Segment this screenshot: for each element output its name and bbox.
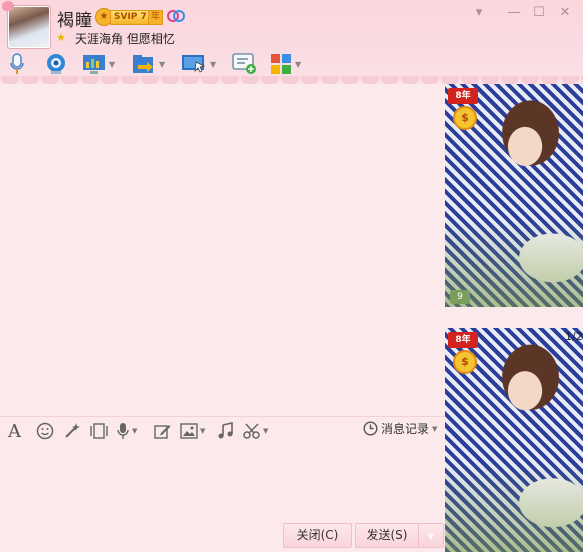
image-icon <box>180 423 198 439</box>
video-call-icon <box>47 54 65 74</box>
music-note-icon <box>218 422 233 439</box>
title-bar: 褐瞳 ★ SVIP 7 年 ★ 天涯海角 但愿相忆 ▾ — ☐ ✕ ▼ ▼ ▼ … <box>0 0 583 90</box>
chevron-down-icon[interactable]: ▼ <box>432 425 437 433</box>
chevron-down-icon[interactable]: ▼ <box>295 60 301 69</box>
screen-share-button[interactable]: ▼ <box>181 50 216 78</box>
chevron-down-icon[interactable]: ▼ <box>263 427 268 435</box>
voice-message-button[interactable]: ▼ <box>116 421 137 441</box>
close-window-button[interactable]: ✕ <box>556 4 574 22</box>
doodle-button[interactable] <box>153 421 171 441</box>
message-history-pane[interactable] <box>0 84 445 417</box>
message-history-label: 消息记录 <box>381 422 430 436</box>
signature-text[interactable]: 天涯海角 但愿相忆 <box>75 30 175 47</box>
year-badge[interactable]: 8年 <box>448 332 478 348</box>
chevron-down-icon[interactable]: ▼ <box>210 60 216 69</box>
chevron-down-icon[interactable]: ▼ <box>109 60 115 69</box>
file-transfer-button[interactable]: ▼ <box>132 50 165 78</box>
contact-show-photo[interactable]: 8年 $ <box>445 84 583 307</box>
year-badge[interactable]: 8年 <box>448 88 478 104</box>
emoji-icon <box>36 422 54 440</box>
photo-pager[interactable]: 1/2 <box>565 330 583 343</box>
screenshot-button[interactable]: ▼ <box>243 421 268 441</box>
collapse-button[interactable]: ▾ <box>470 4 488 22</box>
own-show-photo[interactable]: 8年 $ <box>445 328 583 552</box>
send-options-button[interactable]: ▼ <box>418 523 444 548</box>
voice-call-button[interactable] <box>8 50 26 78</box>
chevron-down-icon[interactable]: ▼ <box>200 427 205 435</box>
apps-icon <box>271 54 291 74</box>
svip-badge[interactable]: SVIP 7 <box>110 10 151 25</box>
chat-toolbar: ▼ ▼ ▼ ▼ <box>0 50 430 80</box>
microphone-icon <box>117 423 129 439</box>
coin-badge[interactable]: $ <box>453 350 477 374</box>
friend-link-icon[interactable] <box>167 9 185 23</box>
video-call-button[interactable] <box>44 50 68 78</box>
remote-desktop-icon <box>83 55 105 74</box>
photo-grass <box>445 462 583 552</box>
star-icon: ★ <box>56 31 66 44</box>
send-button[interactable]: 发送(S) <box>355 523 418 548</box>
message-history-button[interactable]: 消息记录 ▼ <box>363 420 437 437</box>
magic-emoji-button[interactable] <box>63 421 81 441</box>
font-icon: A <box>8 420 21 442</box>
chevron-down-icon[interactable]: ▼ <box>132 427 137 435</box>
like-thumb-icon[interactable]: 9 <box>450 290 470 304</box>
new-message-button[interactable] <box>232 50 258 78</box>
scissors-icon <box>243 423 260 439</box>
emoji-button[interactable] <box>36 421 54 441</box>
window-shake-icon <box>90 423 108 439</box>
svip-year-badge[interactable]: 年 <box>148 10 164 25</box>
screen-share-icon <box>182 55 206 73</box>
maximize-button[interactable]: ☐ <box>530 4 548 22</box>
chevron-down-icon: ▼ <box>427 532 435 541</box>
apps-button[interactable]: ▼ <box>270 50 301 78</box>
avatar[interactable] <box>2 1 51 49</box>
window-shake-button[interactable] <box>89 421 109 441</box>
chat-window: 褐瞳 ★ SVIP 7 年 ★ 天涯海角 但愿相忆 ▾ — ☐ ✕ ▼ ▼ ▼ … <box>0 0 583 552</box>
remote-desktop-button[interactable]: ▼ <box>82 50 115 78</box>
file-transfer-icon <box>133 55 153 73</box>
music-button[interactable] <box>218 421 234 441</box>
clock-icon <box>363 421 378 436</box>
edit-icon <box>154 425 171 439</box>
microphone-icon <box>10 53 24 74</box>
minimize-button[interactable]: — <box>505 4 523 22</box>
magic-wand-icon <box>65 423 80 438</box>
font-button[interactable]: A <box>8 420 21 442</box>
coin-badge[interactable]: $ <box>453 106 477 130</box>
contact-name[interactable]: 褐瞳 <box>57 6 93 31</box>
chevron-down-icon[interactable]: ▼ <box>159 60 165 69</box>
send-image-button[interactable]: ▼ <box>180 421 205 441</box>
close-button[interactable]: 关闭(C) <box>283 523 352 548</box>
new-message-icon <box>232 53 256 74</box>
